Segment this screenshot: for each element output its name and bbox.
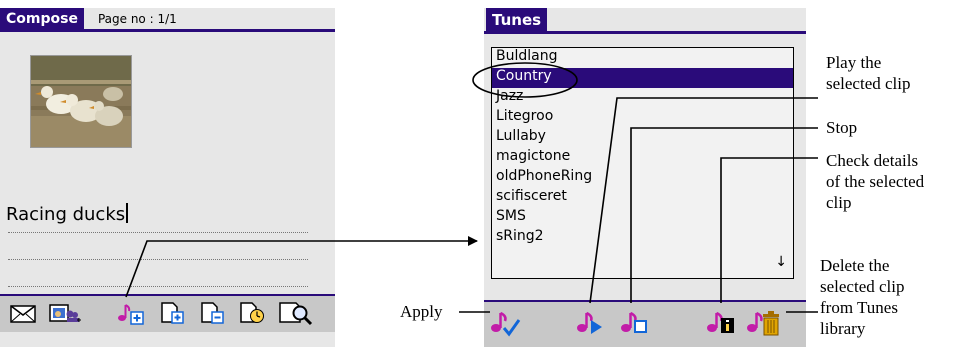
compose-screen: Compose Page no : 1/1 Racing ducks bbox=[0, 8, 335, 347]
tune-item[interactable]: Lullaby bbox=[492, 128, 793, 148]
annotation-line: Stop bbox=[826, 118, 858, 137]
tune-item[interactable]: scifisceret bbox=[492, 188, 793, 208]
delete-icon[interactable] bbox=[744, 308, 784, 338]
tune-item[interactable]: Buldlang bbox=[492, 48, 793, 68]
delete-annotation: Delete the selected clip from Tunes libr… bbox=[820, 255, 905, 339]
tune-item-selected[interactable]: Country bbox=[492, 68, 793, 88]
details-icon[interactable] bbox=[704, 308, 738, 338]
annotation-line: of the selected bbox=[826, 172, 925, 191]
add-music-icon[interactable] bbox=[115, 300, 145, 326]
tune-item[interactable]: oldPhoneRing bbox=[492, 168, 793, 188]
caption-text: Racing ducks bbox=[6, 204, 126, 225]
text-line bbox=[8, 286, 308, 287]
tune-item[interactable]: sRing2 bbox=[492, 228, 793, 248]
details-annotation: Check details of the selected clip bbox=[826, 150, 924, 213]
add-page-icon[interactable] bbox=[156, 300, 186, 326]
stop-annotation: Stop bbox=[826, 117, 857, 138]
play-annotation: Play the selected clip bbox=[826, 52, 911, 94]
title-divider bbox=[0, 29, 335, 32]
tune-item[interactable]: SMS bbox=[492, 208, 793, 228]
envelope-icon[interactable] bbox=[8, 300, 38, 326]
tunes-screen: Tunes Buldlang Country Jazz Litegroo Lullaby… bbox=[484, 8, 806, 347]
text-line bbox=[8, 259, 308, 260]
annotation-line: Play the bbox=[826, 53, 882, 72]
play-icon[interactable] bbox=[574, 308, 606, 338]
apply-icon[interactable] bbox=[488, 308, 522, 338]
photo-contacts-icon[interactable] bbox=[48, 300, 82, 326]
annotation-line: clip bbox=[826, 193, 852, 212]
annotation-line: library bbox=[820, 319, 866, 338]
stop-icon[interactable] bbox=[618, 308, 650, 338]
apply-annotation: Apply bbox=[400, 301, 443, 322]
remove-page-icon[interactable] bbox=[196, 300, 226, 326]
annotation-line: Delete the bbox=[820, 256, 890, 275]
compose-tab[interactable]: Compose bbox=[0, 8, 84, 29]
caption-field[interactable]: Racing ducks bbox=[6, 203, 129, 225]
preview-icon[interactable] bbox=[278, 300, 314, 326]
compose-title-bar: Compose Page no : 1/1 bbox=[0, 8, 177, 29]
compose-toolbar bbox=[0, 294, 335, 332]
tunes-list[interactable]: Buldlang Country Jazz Litegroo Lullaby magict… bbox=[491, 47, 794, 279]
page-number-label: Page no : 1/1 bbox=[97, 12, 177, 26]
tune-item[interactable]: magictone bbox=[492, 148, 793, 168]
text-cursor bbox=[126, 203, 129, 223]
tune-item[interactable]: Litegroo bbox=[492, 108, 793, 128]
annotation-line: selected clip bbox=[826, 74, 911, 93]
text-line bbox=[8, 232, 308, 233]
tunes-tab[interactable]: Tunes bbox=[486, 8, 548, 31]
scroll-down-icon[interactable]: ↓ bbox=[775, 254, 787, 270]
annotation-line: Check details bbox=[826, 151, 919, 170]
annotation-line: selected clip bbox=[820, 277, 905, 296]
tunes-toolbar bbox=[484, 300, 806, 347]
annotation-line: from Tunes bbox=[820, 298, 898, 317]
annotation-line: Apply bbox=[400, 302, 443, 321]
tune-item[interactable]: Jazz bbox=[492, 88, 793, 108]
page-timer-icon[interactable] bbox=[236, 300, 266, 326]
ducks-photo[interactable] bbox=[30, 55, 132, 148]
title-divider bbox=[484, 31, 806, 34]
